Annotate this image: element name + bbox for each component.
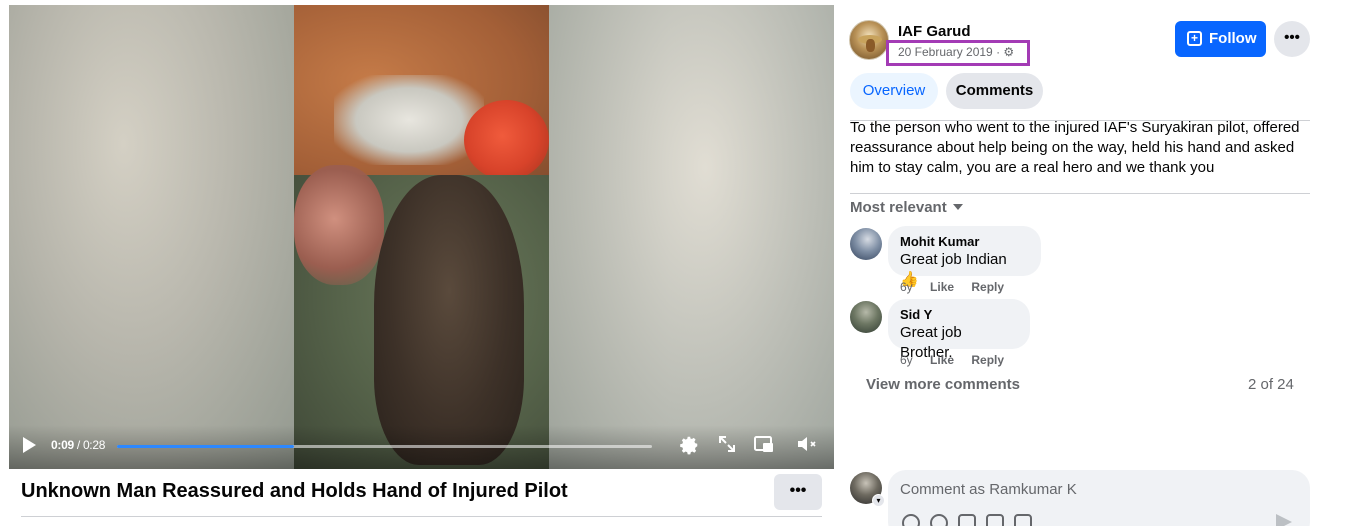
video-controls: 0:09 / 0:28: [9, 425, 834, 469]
send-icon[interactable]: [1276, 514, 1292, 526]
post-more-button[interactable]: •••: [1274, 21, 1310, 57]
more-icon: •••: [1284, 29, 1300, 46]
gif-icon[interactable]: [986, 514, 1004, 526]
sort-label: Most relevant: [850, 199, 947, 216]
fullscreen-icon[interactable]: [715, 434, 739, 458]
chevron-down-icon[interactable]: ▾: [872, 494, 885, 507]
video-helmet: [464, 100, 549, 180]
comment-reply-link[interactable]: Reply: [971, 353, 1004, 367]
tab-comments[interactable]: Comments: [946, 73, 1043, 109]
video-player[interactable]: 0:09 / 0:28: [9, 5, 834, 469]
comment-actions: 6y Like Reply: [900, 280, 1018, 294]
comment-reply-link[interactable]: Reply: [971, 280, 1004, 294]
picture-in-picture-icon[interactable]: [752, 434, 776, 458]
follow-button[interactable]: + Follow: [1175, 21, 1266, 57]
video-blur-right: [549, 5, 834, 469]
follow-label: Follow: [1209, 30, 1257, 47]
title-divider: [21, 516, 822, 517]
tab-overview[interactable]: Overview: [850, 73, 938, 109]
video-blurred-face: [294, 165, 384, 285]
comment-avatar[interactable]: [850, 301, 882, 333]
progress-fill: [117, 445, 294, 448]
text-divider: [850, 193, 1310, 194]
video-time: 0:09 / 0:28: [51, 438, 105, 452]
video-parachute: [334, 75, 484, 165]
time-separator: /: [73, 438, 83, 452]
video-title: Unknown Man Reassured and Holds Hand of …: [21, 480, 568, 502]
follow-icon: +: [1187, 31, 1202, 46]
emoji-icon[interactable]: [930, 514, 948, 526]
comment-composer: [888, 470, 1310, 526]
page: 0:09 / 0:28 Unknown Man Reassured and Ho…: [0, 0, 1351, 526]
video-more-button[interactable]: •••: [774, 474, 822, 510]
settings-icon[interactable]: [677, 434, 701, 458]
video-frame: [294, 5, 549, 469]
mute-icon[interactable]: [795, 434, 819, 458]
comment-bubble: Mohit Kumar Great job Indian 👍: [888, 226, 1041, 288]
post-text: To the person who went to the injured IA…: [850, 119, 1300, 176]
video-glove: [374, 175, 524, 465]
current-time: 0:09: [51, 438, 74, 452]
more-icon: •••: [789, 482, 807, 499]
page-name-link[interactable]: IAF Garud: [898, 23, 971, 40]
comment-input[interactable]: [900, 478, 1280, 500]
avatar-sticker-icon[interactable]: [902, 514, 920, 526]
comment-age[interactable]: 6y: [900, 353, 913, 367]
comment-author[interactable]: Mohit Kumar: [900, 234, 1029, 250]
duration: 0:28: [82, 438, 106, 452]
camera-icon[interactable]: [958, 514, 976, 526]
avatar-bird: [866, 39, 875, 52]
play-icon[interactable]: [23, 437, 36, 453]
date-highlight-box: [886, 40, 1030, 66]
sort-dropdown[interactable]: Most relevant: [850, 199, 963, 216]
comment-like-link[interactable]: Like: [930, 280, 954, 294]
current-user-avatar[interactable]: ▾: [850, 472, 885, 507]
video-blur-left: [9, 5, 294, 469]
comment-bubble: Sid Y Great job Brother.: [888, 299, 1030, 361]
caret-down-icon: [952, 204, 963, 210]
comment-avatar[interactable]: [850, 228, 882, 260]
sticker-icon[interactable]: [1014, 514, 1032, 526]
view-more-comments-link[interactable]: View more comments: [866, 376, 1020, 393]
comment-age[interactable]: 6y: [900, 280, 913, 294]
progress-bar[interactable]: [117, 445, 652, 448]
comment-author[interactable]: Sid Y: [900, 307, 1018, 323]
comment-like-link[interactable]: Like: [930, 353, 954, 367]
comment-actions: 6y Like Reply: [900, 353, 1018, 367]
page-avatar[interactable]: [849, 20, 889, 60]
comment-count: 2 of 24: [1248, 376, 1294, 393]
